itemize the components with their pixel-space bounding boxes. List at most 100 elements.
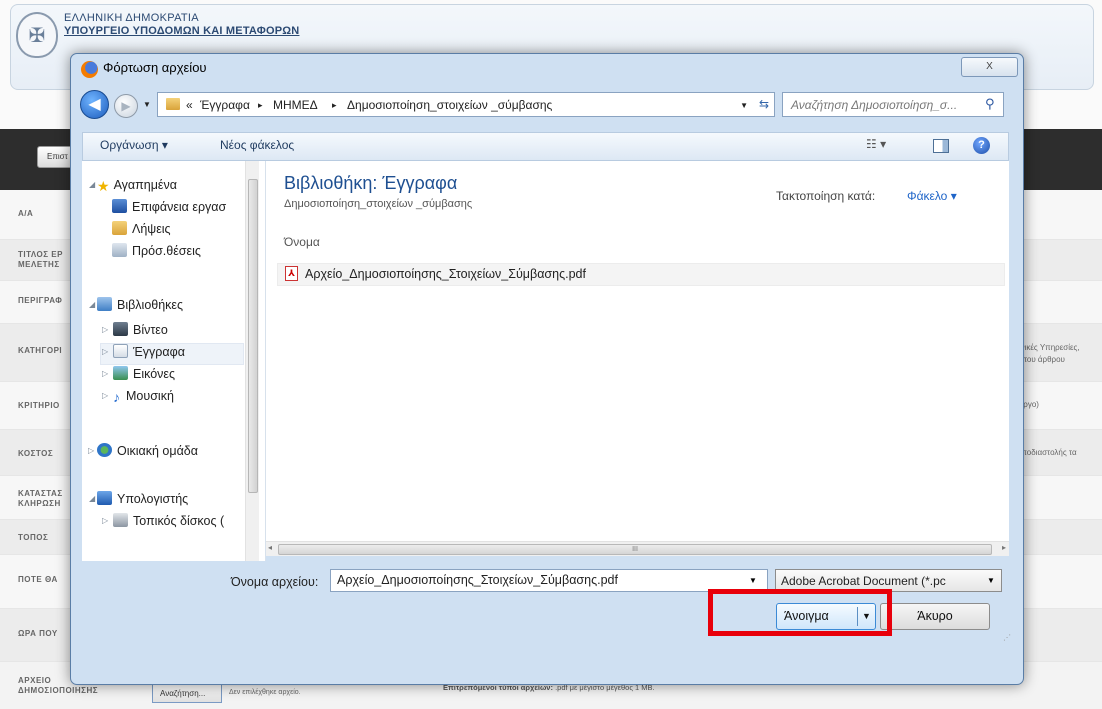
close-button[interactable]: X [961, 57, 1018, 77]
highlight-annotation [708, 589, 892, 636]
expand-icon[interactable]: ◢ [89, 180, 95, 189]
address-prefix[interactable]: « [186, 98, 193, 112]
row-label: ΚΡΙΤΗΡΙΟ [18, 401, 60, 410]
filename-dropdown-icon[interactable]: ▼ [749, 576, 757, 585]
nav-scrollbar[interactable] [245, 161, 259, 561]
nav-label: Βιβλιοθήκες [117, 298, 184, 312]
expand-icon[interactable]: ◢ [89, 494, 95, 503]
row-label: ΤΟΠΟΣ [18, 533, 49, 542]
nav-music[interactable]: ♪ Μουσική [113, 386, 174, 406]
nav-libraries[interactable]: Βιβλιοθήκες [97, 295, 183, 315]
help-icon[interactable]: ? [973, 137, 990, 154]
nav-label: Τοπικός δίσκος ( [133, 514, 225, 528]
row-label: ΚΑΤΑΣΤΑΣ ΚΛΗΡΩΣΗ [18, 489, 63, 508]
homegroup-icon [97, 443, 112, 457]
nav-local-disk[interactable]: Τοπικός δίσκος ( [113, 511, 224, 531]
nav-documents[interactable]: Έγγραφα [113, 342, 185, 362]
collapse-icon[interactable]: ▷ [102, 325, 108, 334]
cancel-button[interactable]: Άκυρο [880, 603, 990, 630]
collapse-icon[interactable]: ▷ [88, 446, 94, 455]
nav-downloads[interactable]: Λήψεις [112, 219, 171, 239]
row-label: ΠΕΡΙΓΡΑΦ [18, 296, 63, 305]
disk-icon [113, 513, 128, 527]
no-file-text: Δεν επιλέχθηκε αρχείο. [229, 689, 301, 696]
nav-scroll-thumb[interactable] [248, 179, 258, 493]
scroll-right-icon[interactable]: ▸ [1002, 543, 1006, 552]
browse-button[interactable]: Αναζήτηση... [152, 683, 222, 703]
nav-videos[interactable]: Βίντεο [113, 320, 168, 340]
filetype-dropdown-icon[interactable]: ▼ [987, 576, 995, 585]
nav-label: Επιφάνεια εργασ [132, 200, 227, 214]
collapse-icon[interactable]: ▷ [102, 516, 108, 525]
row-label: ΤΙΤΛΟΣ ΕΡ ΜΕΛΕΤΗΣ [18, 250, 63, 269]
back-arrow-icon[interactable]: ◀ [80, 90, 109, 119]
desktop-icon [112, 199, 127, 213]
crumb-documents[interactable]: Έγγραφα [200, 98, 250, 112]
file-list-pane [266, 161, 1009, 541]
preview-pane-icon[interactable] [933, 139, 949, 153]
nav-label: Οικιακή ομάδα [117, 444, 198, 458]
address-dropdown-icon[interactable]: ▼ [740, 101, 748, 110]
views-icon[interactable]: ☷ ▾ [866, 137, 886, 151]
library-title: Βιβλιοθήκη: Έγγραφα [284, 173, 458, 193]
column-header-name[interactable]: Όνομα [284, 235, 320, 249]
collapse-icon[interactable]: ▷ [102, 369, 108, 378]
horizontal-scroll-thumb[interactable]: III [278, 544, 992, 555]
nav-pictures[interactable]: Εικόνες [113, 364, 175, 384]
new-folder-button[interactable]: Νέος φάκελος [220, 138, 294, 152]
downloads-folder-icon [112, 221, 127, 235]
firefox-icon [81, 61, 98, 78]
resize-grip-icon[interactable]: ⋰ [1003, 633, 1011, 642]
nav-computer[interactable]: Υπολογιστής [97, 489, 188, 509]
recent-places-icon [112, 243, 127, 257]
history-dropdown-icon[interactable]: ▼ [143, 100, 151, 109]
nav-label: Έγγραφα [133, 345, 185, 359]
expand-icon[interactable]: ◢ [89, 300, 95, 309]
crumb-separator[interactable]: ▸ [258, 100, 263, 111]
nav-label: Αγαπημένα [113, 178, 177, 192]
page: ✠ ΕΛΛΗΝΙΚΗ ΔΗΜΟΚΡΑΤΙΑ ΥΠΟΥΡΓΕΙΟ ΥΠΟΔΟΜΩΝ… [0, 0, 1102, 709]
collapse-icon[interactable]: ▷ [102, 347, 108, 356]
sort-dropdown[interactable]: Φάκελο ▾ [907, 189, 957, 203]
nav-recent[interactable]: Πρόσ.θέσεις [112, 241, 201, 261]
nav-homegroup[interactable]: Οικιακή ομάδα [97, 441, 198, 461]
nav-label: Υπολογιστής [117, 492, 189, 506]
search-input[interactable]: Αναζήτηση Δημοσιοποίηση_σ... [782, 92, 1004, 117]
nav-favorites[interactable]: ★ Αγαπημένα [97, 175, 177, 195]
file-item-name[interactable]: Αρχείο_Δημοσιοποίησης_Στοιχείων_Σύμβασης… [305, 267, 586, 281]
crumb-folder[interactable]: Δημοσιοποίηση_στοιχείων _σύμβασης [347, 98, 552, 112]
nav-label: Λήψεις [132, 222, 171, 236]
row-label: ΚΟΣΤΟΣ [18, 449, 54, 458]
sort-label: Τακτοποίηση κατά: [776, 189, 876, 203]
organize-menu[interactable]: Οργάνωση ▾ [100, 138, 168, 152]
filename-input[interactable]: Αρχείο_Δημοσιοποίησης_Στοιχείων_Σύμβασης… [330, 569, 768, 592]
nav-label: Πρόσ.θέσεις [132, 244, 201, 258]
folder-icon [166, 98, 180, 110]
row-label: ΠΟΤΕ ΘΑ [18, 575, 58, 584]
row-label: ΩΡΑ ΠΟΥ [18, 629, 58, 638]
nav-desktop[interactable]: Επιφάνεια εργασ [112, 197, 226, 217]
library-subtitle: Δημοσιοποίηση_στοιχείων _σύμβασης [284, 198, 473, 210]
star-icon: ★ [97, 178, 110, 194]
pictures-icon [113, 366, 128, 380]
crumb-separator[interactable]: ▸ [332, 100, 337, 111]
row-text: υποδιαστολής τα [1017, 448, 1077, 457]
header-ministry[interactable]: ΥΠΟΥΡΓΕΙΟ ΥΠΟΔΟΜΩΝ ΚΑΙ ΜΕΤΑΦΟΡΩΝ [64, 25, 299, 37]
videos-icon [113, 322, 128, 336]
music-icon: ♪ [113, 389, 120, 405]
row-text: ενικές Υπηρεσίες, β του άρθρου [1017, 343, 1080, 364]
row-text: Έργο) [1017, 400, 1039, 409]
horizontal-scrollbar[interactable]: ◂ III ▸ [266, 541, 1009, 556]
pdf-file-icon: ⅄ [285, 266, 298, 281]
scroll-left-icon[interactable]: ◂ [268, 543, 272, 552]
collapse-icon[interactable]: ▷ [102, 391, 108, 400]
nav-label: Βίντεο [133, 323, 168, 337]
address-bar[interactable]: « Έγγραφα ▸ ΜΗΜΕΔ ▸ Δημοσιοποίηση_στοιχε… [157, 92, 775, 117]
libraries-icon [97, 297, 112, 311]
crumb-mhmed[interactable]: ΜΗΜΕΔ [273, 98, 318, 112]
refresh-icon[interactable]: ⇆ [759, 97, 769, 111]
filename-label: Όνομα αρχείου: [231, 575, 319, 589]
forward-arrow-icon[interactable]: ▶ [114, 94, 138, 118]
search-icon[interactable]: ⚲ [985, 96, 995, 112]
nav-label: Μουσική [126, 389, 174, 403]
